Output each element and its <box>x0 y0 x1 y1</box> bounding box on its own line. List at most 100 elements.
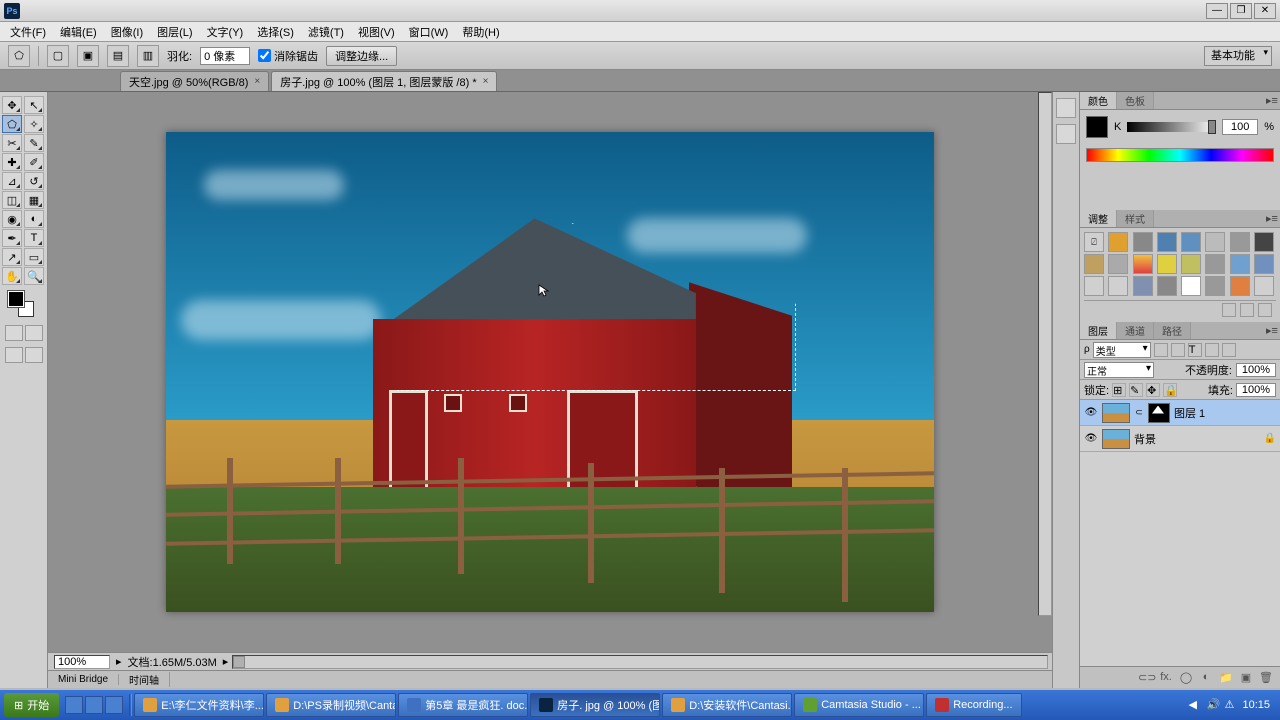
tab-adjustments[interactable]: 调整 <box>1080 210 1117 227</box>
filter-type-icon[interactable]: T <box>1188 343 1202 357</box>
taskbar-item[interactable]: Camtasia Studio - ... <box>794 693 924 717</box>
path-tool-icon[interactable]: ↗ <box>2 248 22 266</box>
adjustment-icon[interactable]: ⍁ <box>1084 232 1104 252</box>
menu-layer[interactable]: 图层(L) <box>151 22 198 42</box>
vertical-scrollbar[interactable] <box>1038 92 1052 616</box>
adjustment-icon[interactable] <box>1108 254 1128 274</box>
tray-icon[interactable]: ⚠ <box>1224 698 1238 712</box>
filter-shape-icon[interactable] <box>1205 343 1219 357</box>
link-layers-icon[interactable]: ⊂⊃ <box>1138 671 1154 685</box>
subtract-selection-icon[interactable]: ▤ <box>107 45 129 67</box>
quicklaunch-icon[interactable] <box>85 696 103 714</box>
pen-tool-icon[interactable]: ✒ <box>2 229 22 247</box>
layer-item[interactable]: 👁 背景 🔒 <box>1080 426 1280 452</box>
mask-link-icon[interactable]: ⊂ <box>1134 407 1144 418</box>
antialias-checkbox[interactable]: 消除锯齿 <box>258 48 318 64</box>
color-swatch[interactable] <box>1086 116 1108 138</box>
spectrum-bar[interactable] <box>1086 148 1274 162</box>
crop-tool-icon[interactable]: ✂ <box>2 134 22 152</box>
lasso-tool-icon[interactable]: ⬠ <box>2 115 22 133</box>
layer-name[interactable]: 图层 1 <box>1174 405 1205 421</box>
adjustment-icon[interactable] <box>1230 254 1250 274</box>
adjustment-icon[interactable] <box>1133 276 1153 296</box>
lock-move-icon[interactable]: ✥ <box>1146 383 1160 397</box>
tab-channels[interactable]: 通道 <box>1117 322 1154 339</box>
heal-tool-icon[interactable]: ✚ <box>2 153 22 171</box>
layer-name[interactable]: 背景 <box>1134 431 1156 447</box>
history-brush-icon[interactable]: ↺ <box>24 172 44 190</box>
workspace-selector[interactable]: 基本功能 <box>1204 46 1272 66</box>
close-button[interactable]: ✕ <box>1254 3 1276 19</box>
taskbar-item[interactable]: D:\PS录制视频\Canta... <box>266 693 396 717</box>
tab-minibridge[interactable]: Mini Bridge <box>48 674 119 685</box>
menu-help[interactable]: 帮助(H) <box>456 22 505 42</box>
adjustment-icon[interactable] <box>1205 254 1225 274</box>
adjustment-icon[interactable] <box>1157 254 1177 274</box>
shape-tool-icon[interactable]: ▭ <box>24 248 44 266</box>
trash-icon[interactable]: 🗑 <box>1258 671 1274 685</box>
adjustment-icon[interactable] <box>1230 276 1250 296</box>
tab-timeline[interactable]: 时间轴 <box>119 672 170 687</box>
visibility-eye-icon[interactable]: 👁 <box>1084 432 1098 446</box>
tray-icon[interactable]: 🔊 <box>1206 698 1220 712</box>
horizontal-scrollbar[interactable] <box>232 655 1048 669</box>
blur-tool-icon[interactable]: ◉ <box>2 210 22 228</box>
quickmask-icon[interactable] <box>5 325 23 341</box>
adjustment-icon[interactable] <box>1157 276 1177 296</box>
color-value-input[interactable] <box>1222 119 1258 135</box>
refine-edge-button[interactable]: 调整边缘... <box>326 46 397 66</box>
eyedropper-tool-icon[interactable]: ✎ <box>24 134 44 152</box>
layer-thumb[interactable] <box>1102 429 1130 449</box>
add-selection-icon[interactable]: ▣ <box>77 45 99 67</box>
intersect-selection-icon[interactable]: ▥ <box>137 45 159 67</box>
adjustment-footer-icon[interactable] <box>1240 303 1254 317</box>
adjustment-icon[interactable] <box>1254 276 1274 296</box>
taskbar-item[interactable]: E:\李仁文件资料\李... <box>134 693 264 717</box>
adjustment-icon[interactable] <box>1084 276 1104 296</box>
layer-thumb[interactable] <box>1102 403 1130 423</box>
layer-item[interactable]: 👁 ⊂ 图层 1 <box>1080 400 1280 426</box>
document-tab[interactable]: 房子.jpg @ 100% (图层 1, 图层蒙版 /8) *× <box>271 71 497 91</box>
eraser-tool-icon[interactable]: ◫ <box>2 191 22 209</box>
filter-type-select[interactable]: 类型 <box>1093 342 1151 358</box>
taskbar-item[interactable]: Recording... <box>926 693 1021 717</box>
filter-smart-icon[interactable] <box>1222 343 1236 357</box>
document-tab[interactable]: 天空.jpg @ 50%(RGB/8)× <box>120 71 269 91</box>
minimize-button[interactable]: — <box>1206 3 1228 19</box>
gradient-tool-icon[interactable]: ▦ <box>24 191 44 209</box>
color-slider[interactable] <box>1127 122 1216 132</box>
new-layer-icon[interactable]: ▣ <box>1238 671 1254 685</box>
adjustment-icon[interactable] <box>1205 232 1225 252</box>
menu-select[interactable]: 选择(S) <box>251 22 300 42</box>
blend-mode-select[interactable]: 正常 <box>1084 362 1154 378</box>
fill-input[interactable] <box>1236 383 1276 397</box>
menu-window[interactable]: 窗口(W) <box>403 22 455 42</box>
adjustment-icon[interactable] <box>1230 232 1250 252</box>
selection-tool-icon[interactable]: ↖ <box>24 96 44 114</box>
quicklaunch-icon[interactable] <box>105 696 123 714</box>
adjustment-icon[interactable] <box>1108 276 1128 296</box>
tab-layers[interactable]: 图层 <box>1080 322 1117 339</box>
foreground-swatch[interactable] <box>8 291 24 307</box>
adjustment-icon[interactable] <box>1205 276 1225 296</box>
clock-label[interactable]: 10:15 <box>1242 699 1270 711</box>
adjustment-icon[interactable] <box>1108 232 1128 252</box>
layer-mask-thumb[interactable] <box>1148 403 1170 423</box>
trash-icon[interactable] <box>1258 303 1272 317</box>
fx-icon[interactable]: fx. <box>1158 671 1174 685</box>
taskbar-item[interactable]: 房子. jpg @ 100% (图... <box>530 693 660 717</box>
adjustment-icon[interactable] <box>1133 254 1153 274</box>
menu-filter[interactable]: 滤镜(T) <box>302 22 350 42</box>
adjustment-icon[interactable] <box>1157 232 1177 252</box>
chevron-right-icon[interactable]: ▸ <box>223 655 229 668</box>
tool-preset-icon[interactable]: ⬠ <box>8 45 30 67</box>
start-button[interactable]: ⊞开始 <box>4 693 59 717</box>
menu-view[interactable]: 视图(V) <box>352 22 401 42</box>
screenmode-icon[interactable] <box>5 347 23 363</box>
adjustment-icon[interactable] <box>1181 254 1201 274</box>
group-icon[interactable]: 📁 <box>1218 671 1234 685</box>
collapsed-panel-icon[interactable] <box>1056 98 1076 118</box>
tab-close-icon[interactable]: × <box>254 76 260 87</box>
adjustment-footer-icon[interactable] <box>1222 303 1236 317</box>
quicklaunch-icon[interactable] <box>65 696 83 714</box>
